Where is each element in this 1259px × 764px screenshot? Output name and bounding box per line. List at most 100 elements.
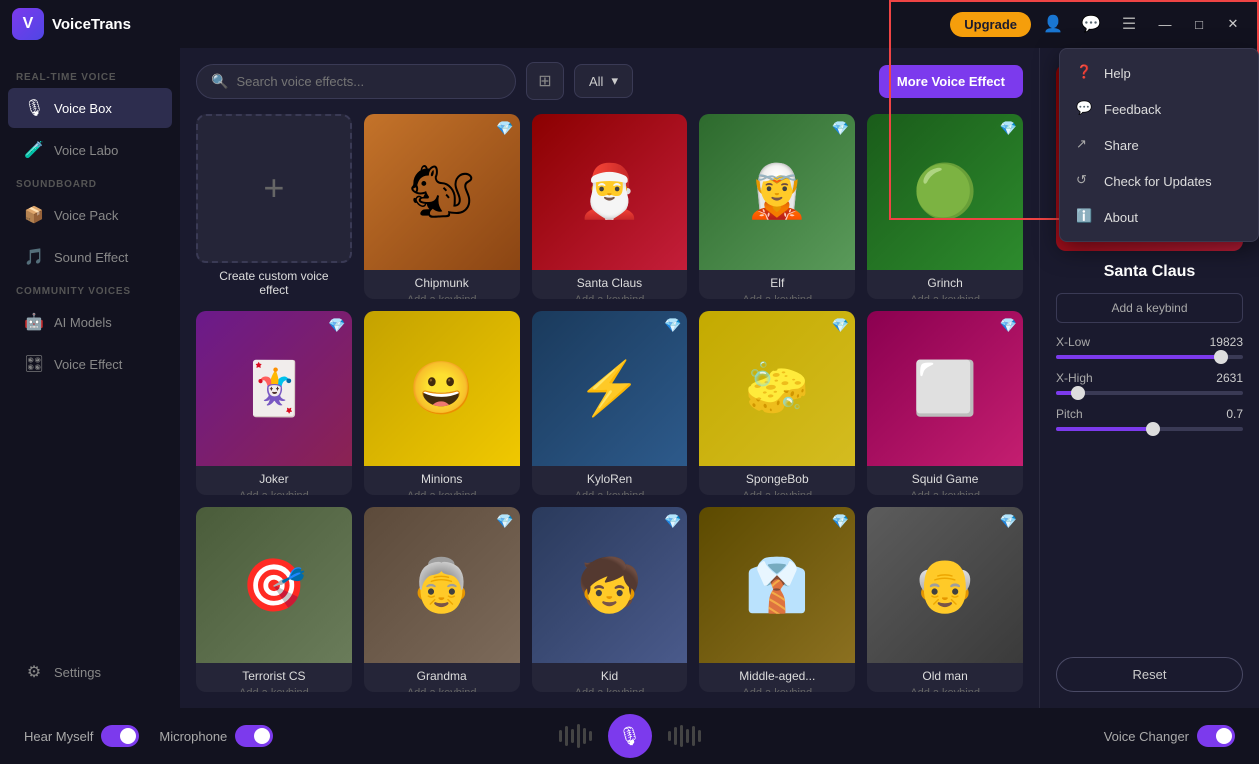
menu-item-share[interactable]: ↗ Share (1060, 127, 1258, 163)
card-label-sponge: SpongeBob (699, 466, 855, 488)
card-keybind-oldman[interactable]: Add a keybind (867, 685, 1023, 692)
voice-card-santa[interactable]: 🎅 Santa Claus Add a keybind (532, 114, 688, 299)
card-image-squid: ⬜ 💎 (867, 311, 1023, 467)
param-pitch-track (1056, 427, 1243, 431)
about-icon: ℹ️ (1076, 208, 1094, 226)
sidebar-item-ai-models[interactable]: 🤖 AI Models (8, 302, 172, 342)
sidebar-item-voice-labo[interactable]: 🧪 Voice Labo (8, 130, 172, 170)
card-label-joker: Joker (196, 466, 352, 488)
wave-bar-10 (686, 729, 689, 743)
sidebar-item-settings[interactable]: ⚙ Settings (8, 652, 172, 692)
filter-dropdown[interactable]: All ▾ (574, 64, 633, 98)
param-xhigh-thumb[interactable] (1071, 386, 1085, 400)
mic-button[interactable]: 🎙 (608, 714, 652, 758)
card-label-middle: Middle-aged... (699, 663, 855, 685)
card-keybind-grandma[interactable]: Add a keybind (364, 685, 520, 692)
voice-card-grinch[interactable]: 🟢 💎 Grinch Add a keybind (867, 114, 1023, 299)
search-input[interactable] (236, 74, 501, 89)
create-custom-card[interactable]: + Create custom voice effect (196, 114, 352, 299)
sidebar-item-voice-pack[interactable]: 📦 Voice Pack (8, 195, 172, 235)
card-keybind-terrorist[interactable]: Add a keybind (196, 685, 352, 692)
settings-icon: ⚙ (24, 662, 44, 682)
voice-card-grandma[interactable]: 👵 💎 Grandma Add a keybind (364, 507, 520, 692)
upgrade-button[interactable]: Upgrade (950, 12, 1031, 37)
voice-card-old-man[interactable]: 👴 💎 Old man Add a keybind (867, 507, 1023, 692)
sidebar-item-voice-box[interactable]: 🎙 Voice Box (8, 88, 172, 128)
sidebar: REAL-TIME VOICE 🎙 Voice Box 🧪 Voice Labo… (0, 48, 180, 708)
close-button[interactable]: ✕ (1219, 10, 1247, 38)
wave-bar-6 (589, 731, 592, 741)
hear-myself-toggle[interactable] (101, 725, 139, 747)
menu-item-feedback[interactable]: 💬 Feedback (1060, 91, 1258, 127)
grid-view-button[interactable]: ⊞ (526, 62, 564, 100)
card-keybind-minions[interactable]: Add a keybind (364, 488, 520, 495)
bottom-bar: Hear Myself Microphone 🎙 (0, 708, 1259, 764)
card-keybind-chipmunk[interactable]: Add a keybind (364, 292, 520, 299)
premium-badge-oldman: 💎 (1000, 513, 1017, 530)
voice-effect-icon: 🎛 (24, 354, 44, 374)
menu-item-about[interactable]: ℹ️ About (1060, 199, 1258, 235)
card-image-middle: 👔 💎 (699, 507, 855, 663)
card-label-terrorist: Terrorist CS (196, 663, 352, 685)
voice-card-kylo-ren[interactable]: ⚡ 💎 KyloRen Add a keybind (532, 311, 688, 496)
voice-card-minions[interactable]: 😀 Minions Add a keybind (364, 311, 520, 496)
card-keybind-santa[interactable]: Add a keybind (532, 292, 688, 299)
voice-card-kid[interactable]: 🧒 💎 Kid Add a keybind (532, 507, 688, 692)
param-xhigh-track (1056, 391, 1243, 395)
add-keybind-button[interactable]: Add a keybind (1056, 293, 1243, 323)
param-xhigh-value: 2631 (1216, 371, 1243, 385)
card-image-kid: 🧒 💎 (532, 507, 688, 663)
card-keybind-grinch[interactable]: Add a keybind (867, 292, 1023, 299)
voice-card-spongebob[interactable]: 🧽 💎 SpongeBob Add a keybind (699, 311, 855, 496)
param-xlow-thumb[interactable] (1214, 350, 1228, 364)
mic-waves-left (559, 724, 592, 748)
maximize-button[interactable]: □ (1185, 10, 1213, 38)
premium-badge-chipmunk: 💎 (496, 120, 513, 137)
user-icon[interactable]: 👤 (1037, 8, 1069, 40)
card-keybind-middle[interactable]: Add a keybind (699, 685, 855, 692)
hamburger-icon[interactable]: ☰ (1113, 8, 1145, 40)
voice-grid: + Create custom voice effect 🐿 💎 Chipmun… (180, 114, 1039, 708)
create-plus-icon: + (263, 170, 284, 206)
wave-bar-12 (698, 730, 701, 742)
voice-changer-toggle[interactable] (1197, 725, 1235, 747)
sidebar-item-sound-effect[interactable]: 🎵 Sound Effect (8, 237, 172, 277)
voice-card-middle-aged[interactable]: 👔 💎 Middle-aged... Add a keybind (699, 507, 855, 692)
voice-card-chipmunk[interactable]: 🐿 💎 Chipmunk Add a keybind (364, 114, 520, 299)
param-xlow-header: X-Low 19823 (1056, 335, 1243, 349)
wave-bar-2 (565, 726, 568, 746)
card-keybind-elf[interactable]: Add a keybind (699, 292, 855, 299)
microphone-toggle[interactable] (235, 725, 273, 747)
card-keybind-sponge[interactable]: Add a keybind (699, 488, 855, 495)
reset-button[interactable]: Reset (1056, 657, 1243, 692)
voice-card-elf[interactable]: 🧝 💎 Elf Add a keybind (699, 114, 855, 299)
card-keybind-kid[interactable]: Add a keybind (532, 685, 688, 692)
menu-item-help[interactable]: ❓ Help (1060, 55, 1258, 91)
voice-card-squid-game[interactable]: ⬜ 💎 Squid Game Add a keybind (867, 311, 1023, 496)
sidebar-item-voice-effect[interactable]: 🎛 Voice Effect (8, 344, 172, 384)
card-keybind-squid[interactable]: Add a keybind (867, 488, 1023, 495)
share-icon: ↗ (1076, 136, 1094, 154)
context-menu: ❓ Help 💬 Feedback ↗ Share ↺ Check for Up… (1059, 48, 1259, 242)
more-voice-button[interactable]: More Voice Effect (879, 65, 1023, 98)
wave-bar-11 (692, 726, 695, 746)
card-image-kylo: ⚡ 💎 (532, 311, 688, 467)
discord-icon[interactable]: 💬 (1075, 8, 1107, 40)
minimize-button[interactable]: — (1151, 10, 1179, 38)
card-image-elf: 🧝 💎 (699, 114, 855, 270)
premium-badge-sponge: 💎 (832, 317, 849, 334)
voice-card-terrorist[interactable]: 🎯 Terrorist CS Add a keybind (196, 507, 352, 692)
voice-card-joker[interactable]: 🃏 💎 Joker Add a keybind (196, 311, 352, 496)
card-keybind-kylo[interactable]: Add a keybind (532, 488, 688, 495)
wave-bar-5 (583, 728, 586, 744)
wave-bar-7 (668, 731, 671, 741)
wave-bar-3 (571, 729, 574, 743)
param-pitch-thumb[interactable] (1146, 422, 1160, 436)
real-time-section-label: REAL-TIME VOICE (0, 64, 180, 87)
param-xlow-label: X-Low (1056, 335, 1090, 349)
content-area: 🔍 ⊞ All ▾ More Voice Effect + Create cus… (180, 48, 1039, 708)
menu-item-check-updates[interactable]: ↺ Check for Updates (1060, 163, 1258, 199)
card-keybind-joker[interactable]: Add a keybind (196, 488, 352, 495)
search-icon: 🔍 (211, 73, 228, 90)
premium-badge-squid: 💎 (1000, 317, 1017, 334)
